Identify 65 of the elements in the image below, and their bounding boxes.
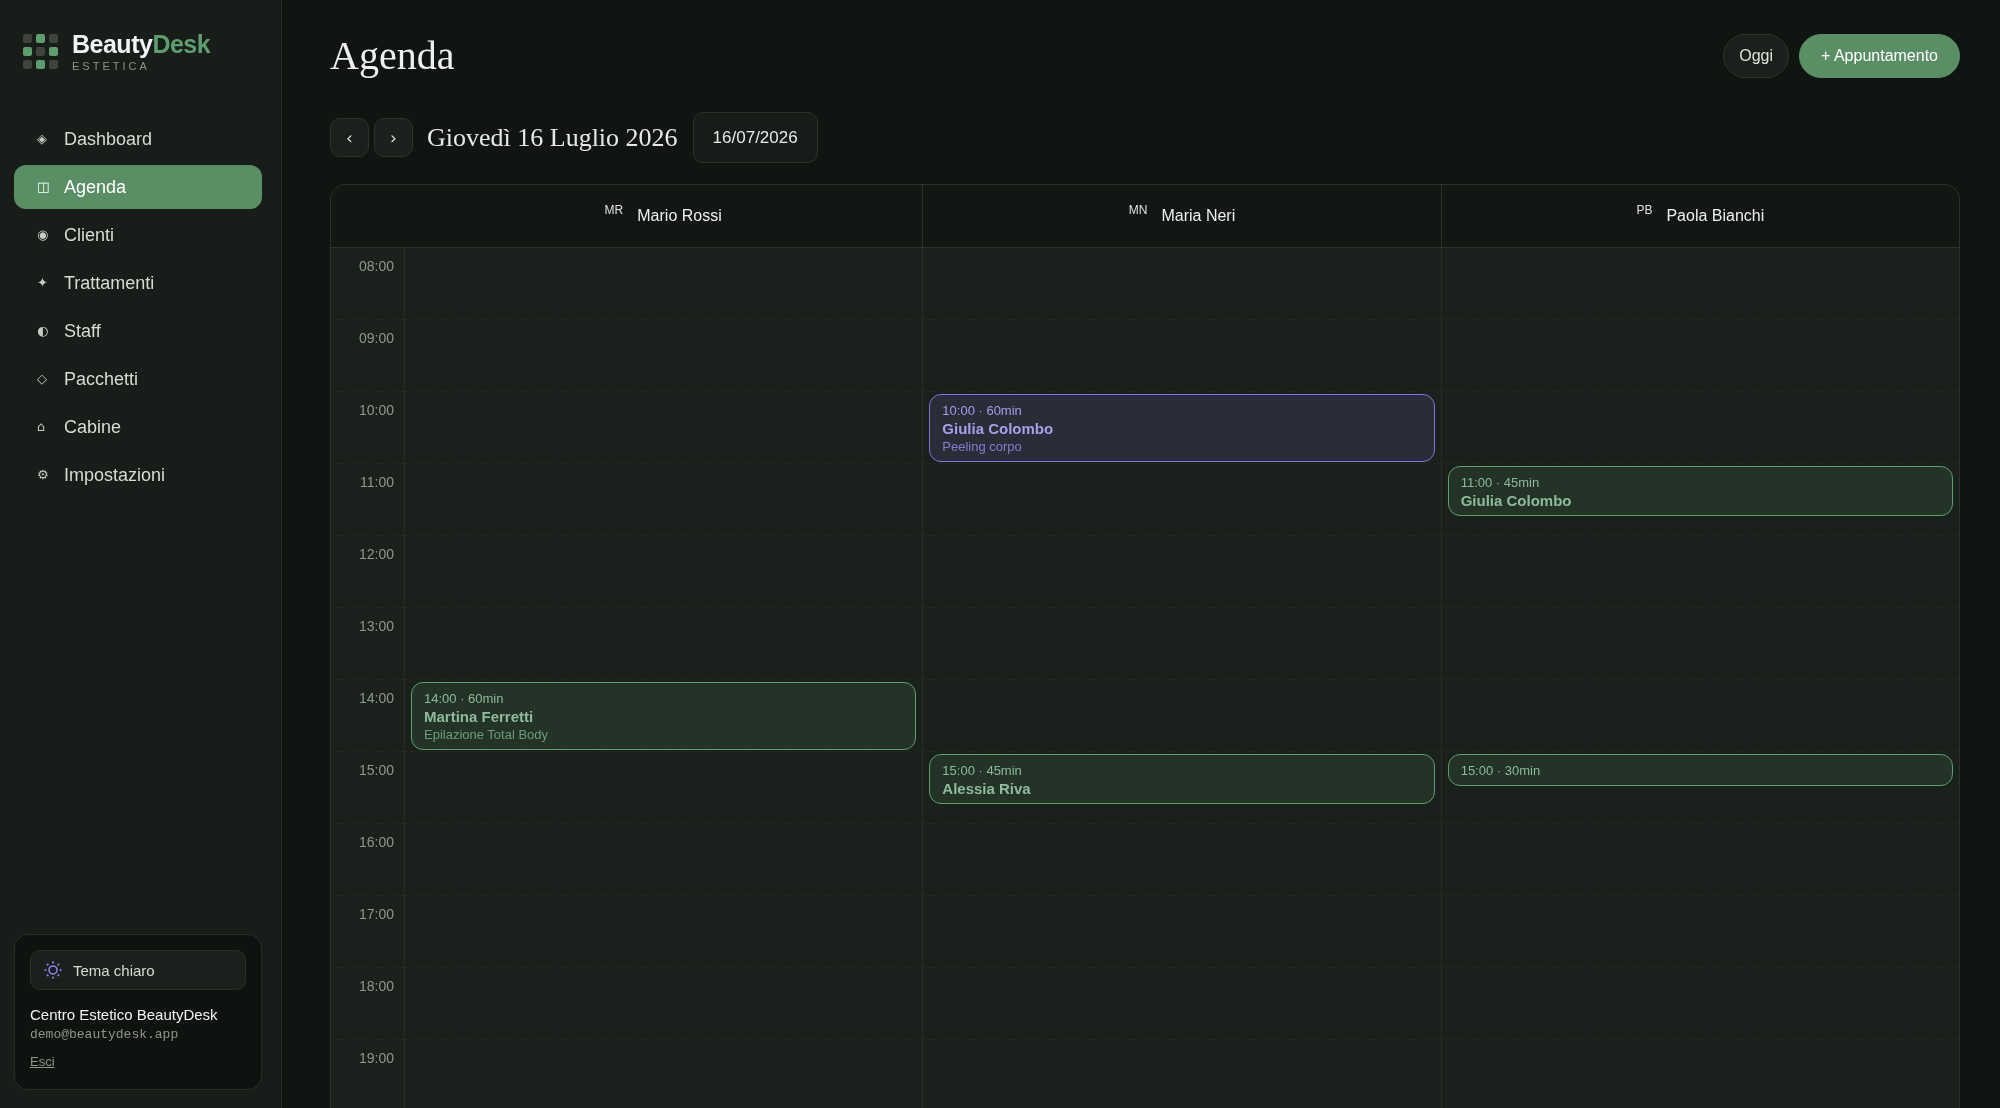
house-icon: ⌂ xyxy=(37,420,46,434)
nav-item[interactable]: ◉ Clienti xyxy=(14,213,262,257)
time-label: 08:00 xyxy=(358,258,394,274)
sun-icon xyxy=(44,961,62,979)
diamond-icon: ◈ xyxy=(37,132,47,146)
today-button[interactable]: Oggi xyxy=(1723,34,1789,78)
brand-name: BeautyDesk xyxy=(72,30,211,58)
appointment-time: 15:00 · 30min xyxy=(1460,763,1542,779)
time-label: 16:00 xyxy=(358,834,394,850)
appointment-card[interactable]: 15:00 · 30min xyxy=(1447,754,1953,786)
half-circle-icon: ◐ xyxy=(37,324,49,338)
page-title: Agenda xyxy=(330,32,455,80)
service-name: Peeling corpo xyxy=(942,439,1023,455)
appointment-card[interactable]: 11:00 · 45min Giulia Colombo xyxy=(1447,466,1953,516)
nav-item[interactable]: ◇ Pacchetti xyxy=(14,357,262,401)
client-name: Martina Ferretti xyxy=(424,707,535,727)
time-label: 14:00 xyxy=(358,690,394,706)
previous-day-button[interactable]: ‹ xyxy=(330,118,369,157)
service-name: Epilazione Total Body xyxy=(424,727,550,743)
logout-link[interactable]: Esci xyxy=(30,1053,55,1071)
client-name: Alessia Riva xyxy=(942,779,1032,799)
diamond-outline-icon: ◇ xyxy=(37,372,47,386)
time-label: 17:00 xyxy=(358,906,394,922)
appointment-time: 15:00 · 45min xyxy=(942,763,1023,779)
time-label: 18:00 xyxy=(358,978,394,994)
split-square-icon: ◫ xyxy=(37,180,50,194)
staff-initials: MN xyxy=(1128,203,1148,217)
staff-initials: PB xyxy=(1636,203,1653,217)
appointment-time: 10:00 · 60min xyxy=(942,403,1023,419)
client-name: Giulia Colombo xyxy=(942,419,1055,439)
time-label: 09:00 xyxy=(358,330,394,346)
sparkle-icon: ✦ xyxy=(37,276,48,290)
staff-name: Paola Bianchi xyxy=(1666,206,1765,226)
client-name: Giulia Colombo xyxy=(1460,491,1573,511)
circle-dot-icon: ◉ xyxy=(37,228,49,242)
time-label: 19:00 xyxy=(358,1050,394,1066)
time-label: 12:00 xyxy=(358,546,394,562)
dot-grid-icon xyxy=(23,34,58,69)
nav-item[interactable]: ◐ Staff xyxy=(14,309,262,353)
business-name: Centro Estetico BeautyDesk xyxy=(30,1005,218,1025)
time-label: 10:00 xyxy=(358,402,394,418)
appointment-time: 14:00 · 60min xyxy=(424,691,505,707)
staff-name: Mario Rossi xyxy=(637,206,722,226)
time-label: 11:00 xyxy=(360,474,394,490)
next-day-button[interactable]: › xyxy=(374,118,413,157)
nav-item[interactable]: ◈ Dashboard xyxy=(14,117,262,161)
staff-name: Maria Neri xyxy=(1161,206,1236,226)
nav-item[interactable]: ◫ Agenda xyxy=(14,165,262,209)
date-heading: Giovedì 16 Luglio 2026 xyxy=(427,122,678,153)
time-label: 13:00 xyxy=(358,618,394,634)
theme-toggle-button[interactable]: Tema chiaro xyxy=(30,950,246,990)
appointment-card[interactable]: 15:00 · 45min Alessia Riva xyxy=(929,754,1435,804)
appointment-card[interactable]: 14:00 · 60min Martina Ferretti Epilazione Total Body xyxy=(411,682,917,750)
new-appointment-button[interactable]: + Appuntamento xyxy=(1799,34,1960,78)
staff-initials: MR xyxy=(604,203,624,217)
account-email: demo@beautydesk.app xyxy=(30,1026,179,1044)
nav-item[interactable]: ✦ Trattamenti xyxy=(14,261,262,305)
nav-item[interactable]: ⚙ Impostazioni xyxy=(14,453,262,497)
gear-icon: ⚙ xyxy=(37,468,49,482)
appointment-card[interactable]: 10:00 · 60min Giulia Colombo Peeling corpo xyxy=(929,394,1435,462)
nav-item[interactable]: ⌂ Cabine xyxy=(14,405,262,449)
brand-tagline: ESTETICA xyxy=(72,59,151,73)
appointment-time: 11:00 · 45min xyxy=(1460,475,1541,491)
time-label: 15:00 xyxy=(358,762,394,778)
date-field[interactable]: 16/07/2026 xyxy=(692,112,818,163)
